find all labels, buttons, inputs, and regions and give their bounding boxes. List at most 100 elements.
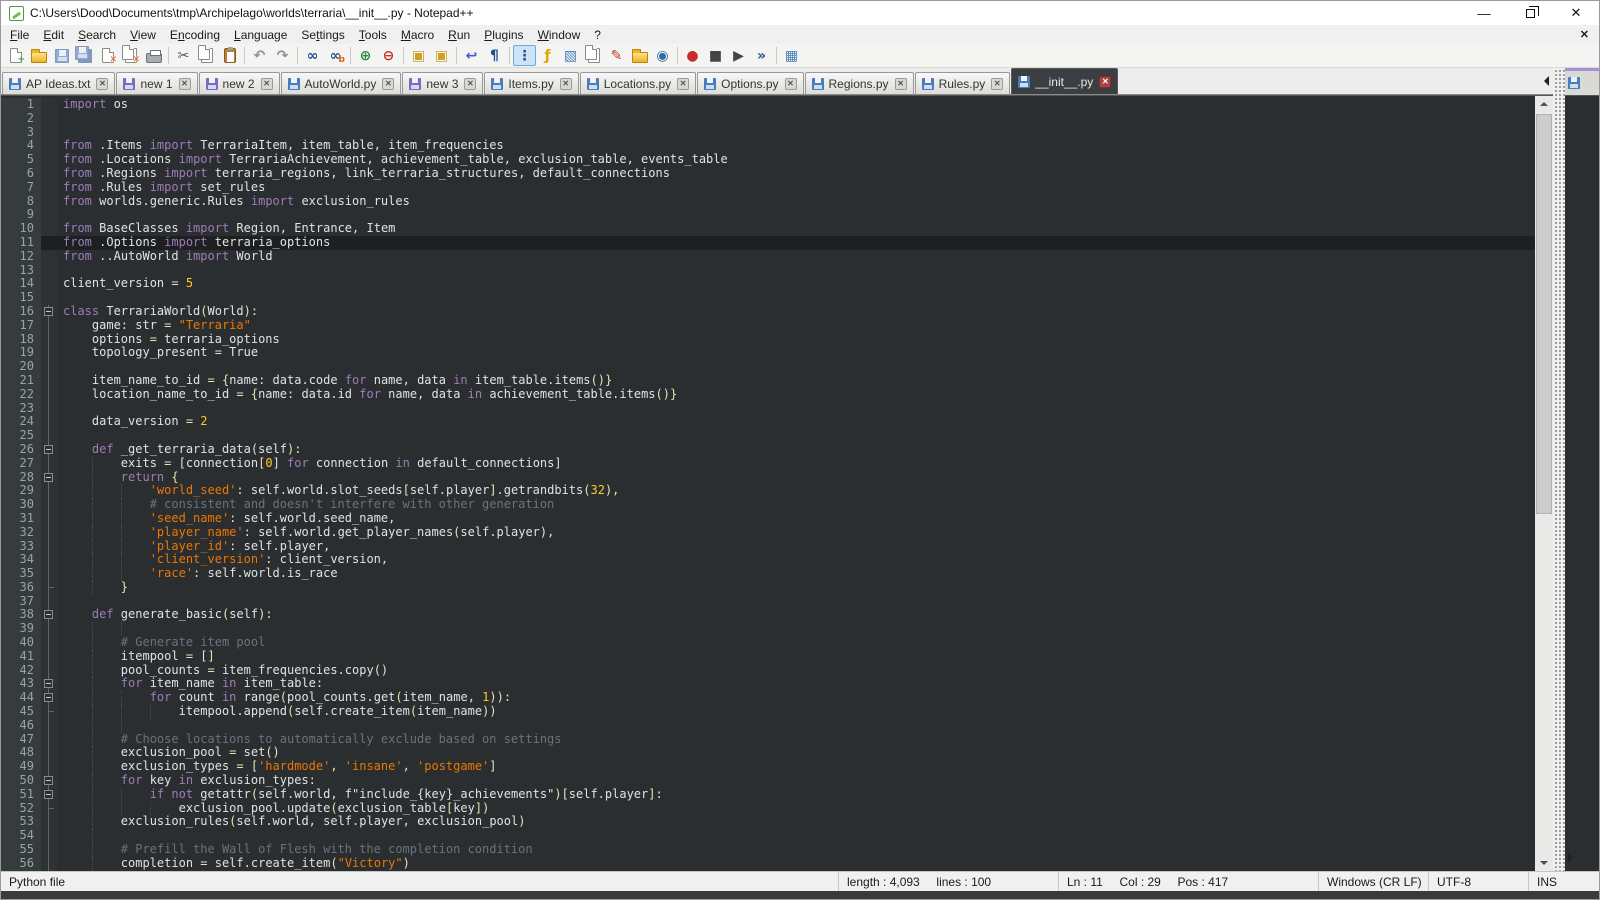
code-line[interactable]: 9: [1, 208, 1535, 222]
find-button[interactable]: ∞: [301, 45, 324, 66]
fold-collapse-icon[interactable]: [41, 471, 57, 485]
tab-close-icon[interactable]: ✕: [785, 78, 797, 90]
close-all-button[interactable]: ✕: [119, 45, 142, 66]
tab-close-icon[interactable]: ✕: [895, 78, 907, 90]
tab-close-icon[interactable]: ✕: [464, 78, 476, 90]
code-line[interactable]: 18 options = terraria_options: [1, 333, 1535, 347]
code-line[interactable]: 7from .Rules import set_rules: [1, 181, 1535, 195]
code-line[interactable]: 30 # consistent and doesn't interfere wi…: [1, 498, 1535, 512]
fold-collapse-icon[interactable]: [41, 788, 57, 802]
code-line[interactable]: 11from .Options import terraria_options: [1, 236, 1535, 250]
code-line[interactable]: 14client_version = 5: [1, 277, 1535, 291]
view-splitter[interactable]: [1553, 68, 1565, 871]
tab-close-icon[interactable]: ✕: [96, 78, 108, 90]
tab-close-icon[interactable]: ✕: [991, 78, 1003, 90]
tab-close-icon[interactable]: ✕: [261, 78, 273, 90]
menu-tools[interactable]: Tools: [352, 26, 394, 44]
code-line[interactable]: 46: [1, 719, 1535, 733]
folder-as-workspace-button[interactable]: [628, 45, 651, 66]
code-line[interactable]: 27 exits = [connection[0] for connection…: [1, 457, 1535, 471]
tab-options-py[interactable]: Options.py✕: [697, 72, 803, 94]
menu-edit[interactable]: Edit: [36, 26, 71, 44]
save-all-button[interactable]: [73, 45, 96, 66]
paste-button[interactable]: [218, 45, 241, 66]
tab-close-icon[interactable]: ✕: [1099, 76, 1111, 88]
code-line[interactable]: 44 for count in range(pool_counts.get(it…: [1, 691, 1535, 705]
word-wrap-button[interactable]: ↩: [460, 45, 483, 66]
code-line[interactable]: 2: [1, 112, 1535, 126]
tab--init-py[interactable]: __init__.py✕: [1011, 68, 1118, 94]
code-line[interactable]: 37: [1, 595, 1535, 609]
menu-settings[interactable]: Settings: [294, 26, 351, 44]
document-list-button[interactable]: [582, 45, 605, 66]
code-line[interactable]: 48 exclusion_pool = set(): [1, 746, 1535, 760]
document-map-button[interactable]: ▧: [559, 45, 582, 66]
sync-horizontal-scrolling-button[interactable]: ▣: [430, 45, 453, 66]
code-line[interactable]: 51 if not getattr(self.world, f"include_…: [1, 788, 1535, 802]
code-line[interactable]: 54: [1, 829, 1535, 843]
macro-play-button[interactable]: ▶: [727, 45, 750, 66]
copy-button[interactable]: [195, 45, 218, 66]
scroll-down-icon[interactable]: [1540, 861, 1548, 865]
code-line[interactable]: 6from .Regions import terraria_regions, …: [1, 167, 1535, 181]
code-line[interactable]: 22 location_name_to_id = {name: data.id …: [1, 388, 1535, 402]
tab-ap-ideas-txt[interactable]: AP Ideas.txt✕: [2, 72, 115, 94]
pane-scroll-right-icon[interactable]: [1568, 853, 1573, 863]
tab-new-2[interactable]: new 2✕: [199, 72, 280, 94]
tab-locations-py[interactable]: Locations.py✕: [580, 72, 696, 94]
secondary-pane-tab[interactable]: [1565, 68, 1599, 95]
fold-collapse-icon[interactable]: [41, 305, 57, 319]
undo-button[interactable]: ↶: [248, 45, 271, 66]
open-folder-button[interactable]: [27, 45, 50, 66]
tab-regions-py[interactable]: Regions.py✕: [805, 72, 914, 94]
menu-file[interactable]: File: [3, 26, 36, 44]
code-line[interactable]: 32 'player_name': self.world.get_player_…: [1, 526, 1535, 540]
code-line[interactable]: 39: [1, 622, 1535, 636]
code-line[interactable]: 8from worlds.generic.Rules import exclus…: [1, 195, 1535, 209]
zoom-out-button[interactable]: ⊖: [377, 45, 400, 66]
tab-close-icon[interactable]: ✕: [382, 78, 394, 90]
menu-[interactable]: ?: [587, 26, 608, 44]
cut-button[interactable]: ✂: [172, 45, 195, 66]
tab-new-1[interactable]: new 1✕: [116, 72, 197, 94]
edit-pencil-button[interactable]: ✎: [605, 45, 628, 66]
code-line[interactable]: 56 completion = self.create_item("Victor…: [1, 857, 1535, 871]
code-line[interactable]: 26 def _get_terraria_data(self):: [1, 443, 1535, 457]
code-line[interactable]: 20: [1, 360, 1535, 374]
macro-save-button[interactable]: ▦: [780, 45, 803, 66]
code-line[interactable]: 16class TerrariaWorld(World):: [1, 305, 1535, 319]
code-line[interactable]: 52 exclusion_pool.update(exclusion_table…: [1, 802, 1535, 816]
menu-view[interactable]: View: [123, 26, 163, 44]
title-bar[interactable]: C:\Users\Dood\Documents\tmp\Archipelago\…: [1, 1, 1599, 25]
restore-button[interactable]: [1507, 1, 1553, 25]
code-line[interactable]: 49 exclusion_types = ['hardmode', 'insan…: [1, 760, 1535, 774]
macro-run-multiple-button[interactable]: »: [750, 45, 773, 66]
scrollbar-thumb[interactable]: [1536, 114, 1552, 514]
vertical-scrollbar[interactable]: [1535, 95, 1553, 871]
tab-close-icon[interactable]: ✕: [677, 78, 689, 90]
monitoring-eye-button[interactable]: ◉: [651, 45, 674, 66]
sync-vertical-scrolling-button[interactable]: ▣: [407, 45, 430, 66]
close-button[interactable]: ✕: [1553, 1, 1599, 25]
fold-collapse-icon[interactable]: [41, 691, 57, 705]
code-line[interactable]: 41 itempool = []: [1, 650, 1535, 664]
code-line[interactable]: 47 # Choose locations to automatically e…: [1, 733, 1535, 747]
tab-new-3[interactable]: new 3✕: [402, 72, 483, 94]
code-line[interactable]: 40 # Generate item pool: [1, 636, 1535, 650]
code-line[interactable]: 29 'world_seed': self.world.slot_seeds[s…: [1, 484, 1535, 498]
code-line[interactable]: 34 'client_version': client_version,: [1, 553, 1535, 567]
zoom-in-button[interactable]: ⊕: [354, 45, 377, 66]
minimize-button[interactable]: —: [1461, 1, 1507, 25]
fold-collapse-icon[interactable]: [41, 443, 57, 457]
code-line[interactable]: 55 # Prefill the Wall of Flesh with the …: [1, 843, 1535, 857]
code-editor[interactable]: 1import os234from .Items import Terraria…: [1, 95, 1535, 871]
code-line[interactable]: 36 }: [1, 581, 1535, 595]
code-line[interactable]: 23: [1, 402, 1535, 416]
function-list-button[interactable]: ƒ: [536, 45, 559, 66]
macro-record-button[interactable]: ●: [681, 45, 704, 66]
fold-collapse-icon[interactable]: [41, 608, 57, 622]
tab-items-py[interactable]: Items.py✕: [484, 72, 578, 94]
secondary-view-pane[interactable]: [1565, 68, 1599, 871]
secondary-pane-editor[interactable]: [1565, 95, 1599, 871]
code-line[interactable]: 42 pool_counts = item_frequencies.copy(): [1, 664, 1535, 678]
